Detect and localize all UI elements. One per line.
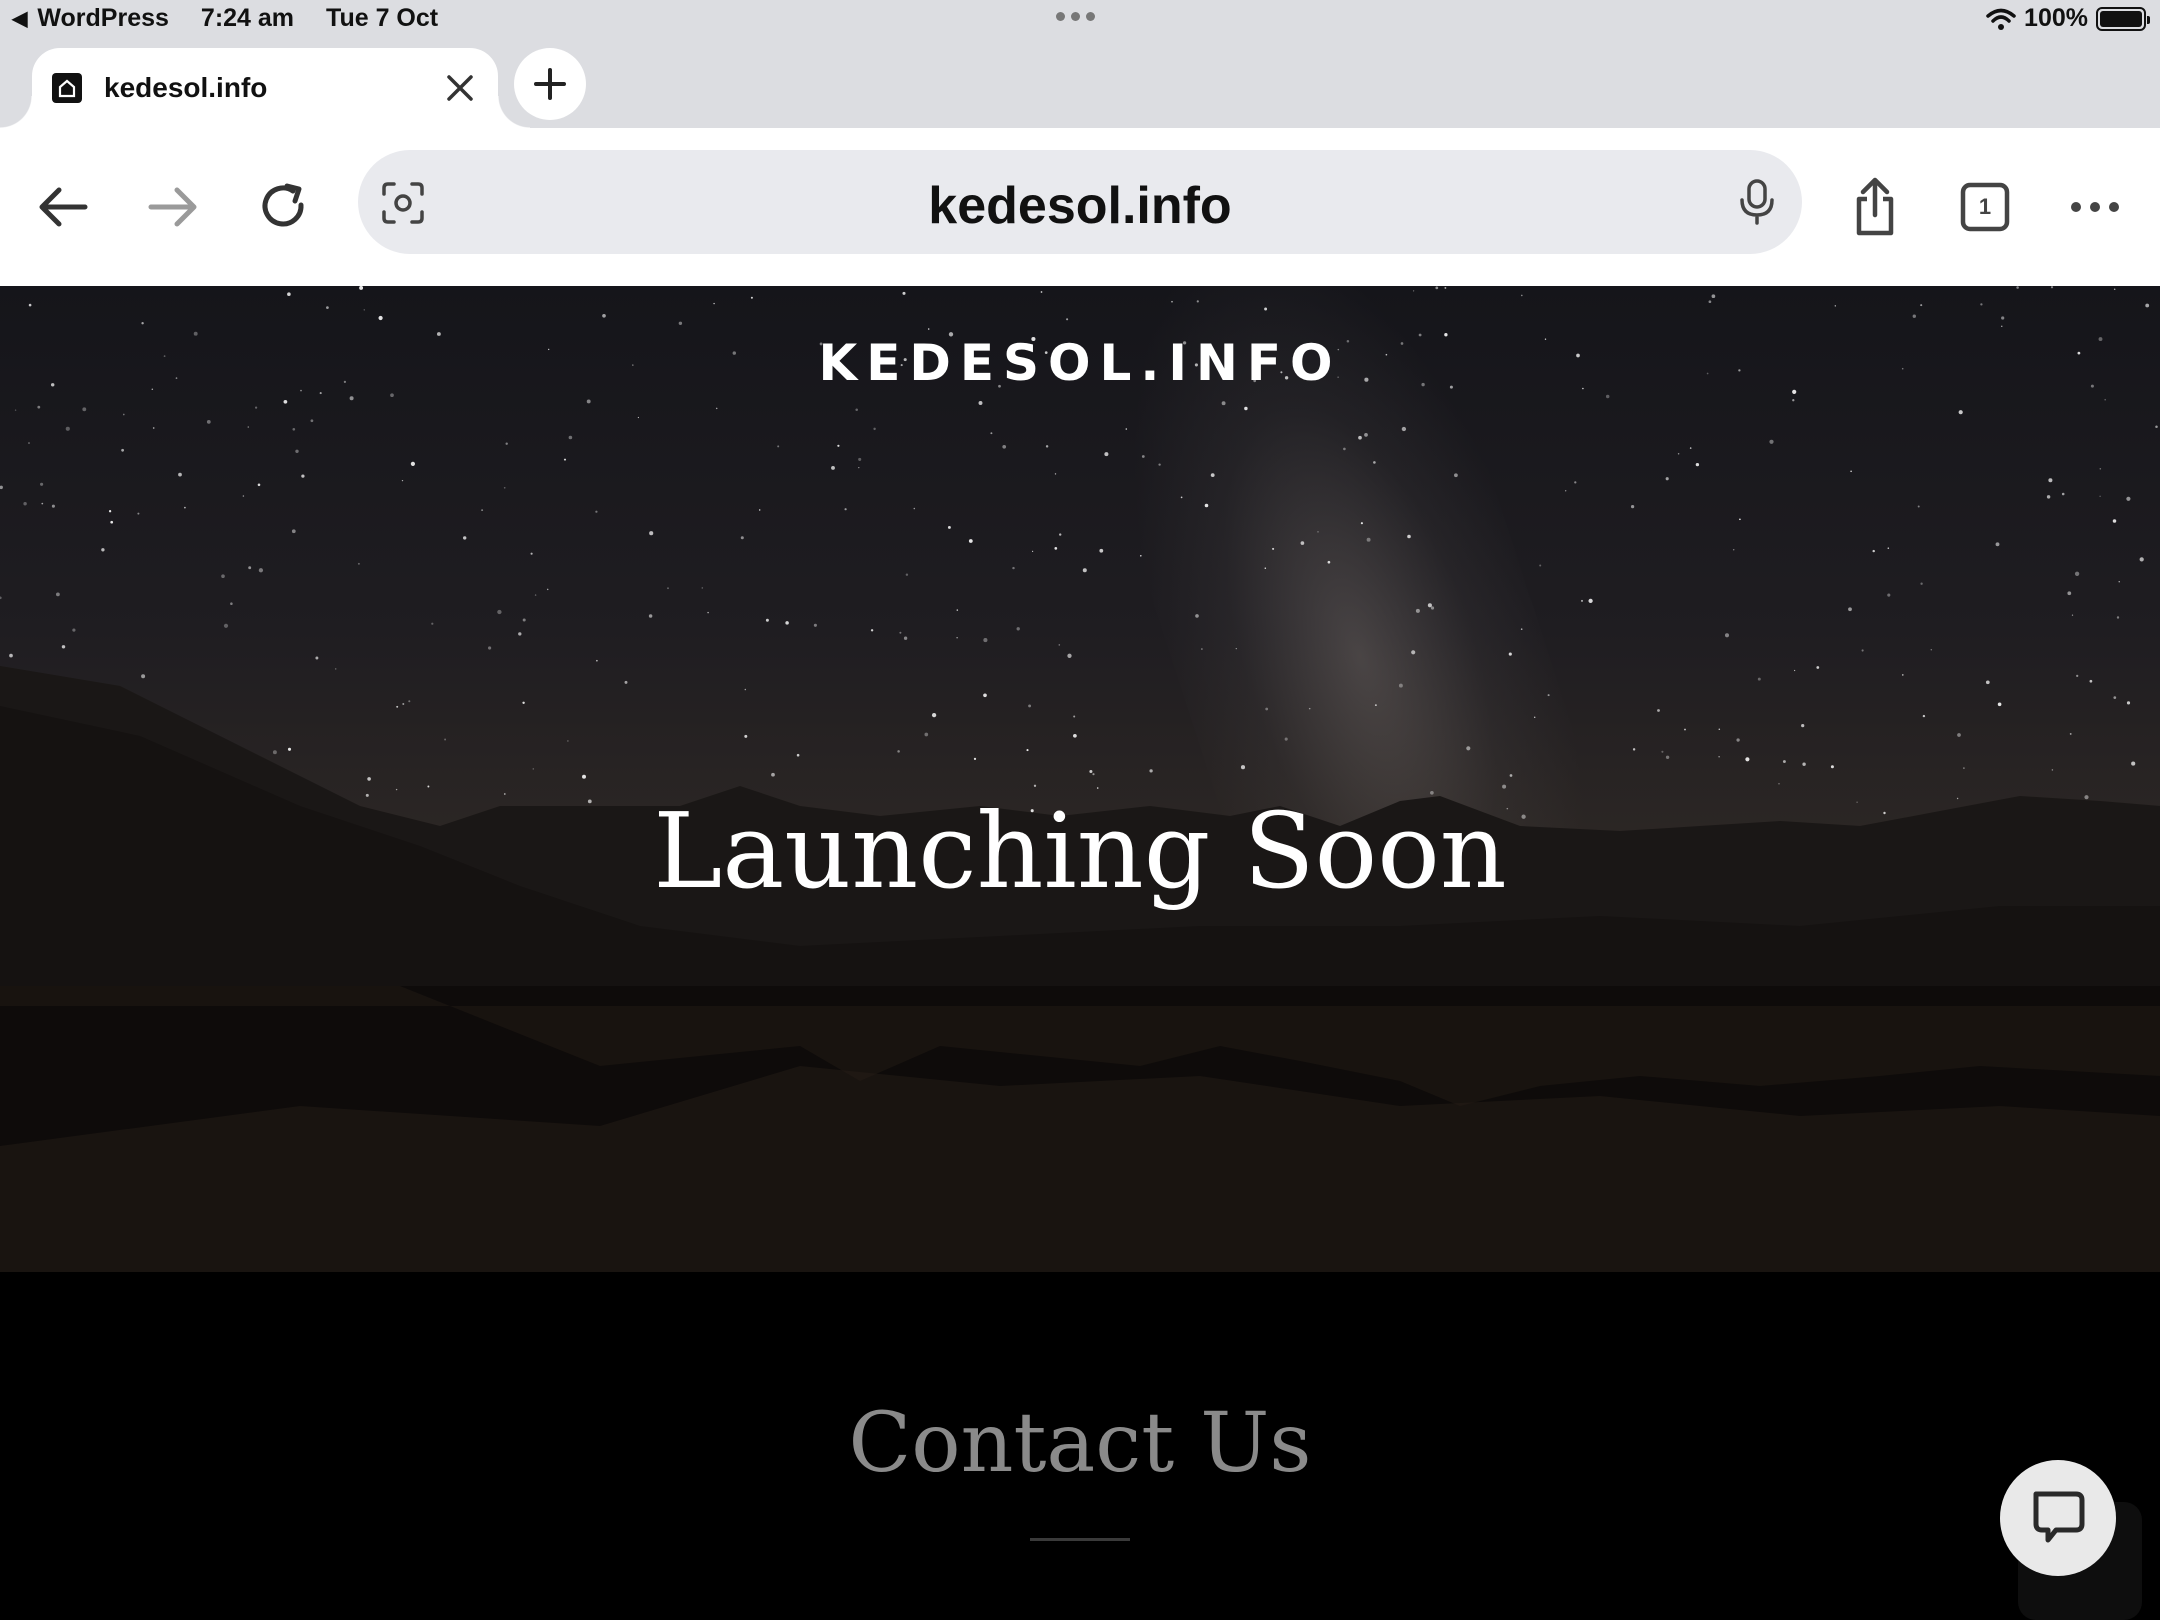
forward-button[interactable]	[138, 172, 208, 242]
hero-headline: Launching Soon	[653, 790, 1507, 912]
mountains-background-image	[0, 666, 2160, 1272]
contact-section: Contact Us	[0, 1272, 2160, 1620]
back-button[interactable]	[28, 172, 98, 242]
reload-icon	[262, 183, 304, 227]
browser-toolbar: kedesol.info 1	[0, 128, 2160, 286]
new-tab-button[interactable]	[514, 48, 586, 120]
chat-icon	[2033, 1491, 2085, 1543]
browser-tab[interactable]: kedesol.info	[0, 48, 530, 128]
clock: 7:24 am	[200, 4, 295, 32]
wifi-icon	[1986, 8, 2016, 30]
more-icon	[2071, 202, 2119, 212]
back-to-app-icon[interactable]: ◀	[12, 6, 27, 31]
close-icon[interactable]	[440, 68, 480, 108]
reload-button[interactable]	[248, 172, 318, 242]
battery-percent: 100%	[2024, 4, 2088, 32]
date: Tue 7 Oct	[326, 4, 439, 32]
back-arrow-icon	[39, 187, 88, 227]
url-text: kedesol.info	[928, 177, 1232, 235]
contact-title: Contact Us	[848, 1396, 1312, 1491]
hero-section: KEDESOL.INFO Launching Soon	[0, 286, 2160, 1272]
chat-button[interactable]	[2000, 1460, 2116, 1576]
plus-icon	[534, 68, 566, 100]
share-button[interactable]	[1840, 172, 1910, 242]
address-bar[interactable]: kedesol.info	[358, 150, 1802, 254]
forward-arrow-icon	[148, 187, 197, 227]
back-app-label[interactable]: WordPress	[37, 4, 169, 33]
site-title[interactable]: KEDESOL.INFO	[0, 334, 2160, 392]
share-icon	[1856, 177, 1894, 236]
tab-strip: kedesol.info	[0, 40, 2160, 128]
more-button[interactable]	[2060, 172, 2130, 242]
multitasking-dots-icon[interactable]	[1056, 12, 1095, 21]
mic-icon[interactable]	[1734, 178, 1780, 226]
site-favicon-icon	[52, 73, 82, 103]
tabs-button[interactable]: 1	[1950, 172, 2020, 242]
tab-count: 1	[1978, 194, 1992, 219]
battery-icon	[2096, 6, 2150, 31]
section-divider	[1030, 1538, 1130, 1541]
tab-title: kedesol.info	[104, 72, 268, 103]
status-bar: ◀ WordPress 7:24 am Tue 7 Oct 100%	[0, 0, 2160, 40]
